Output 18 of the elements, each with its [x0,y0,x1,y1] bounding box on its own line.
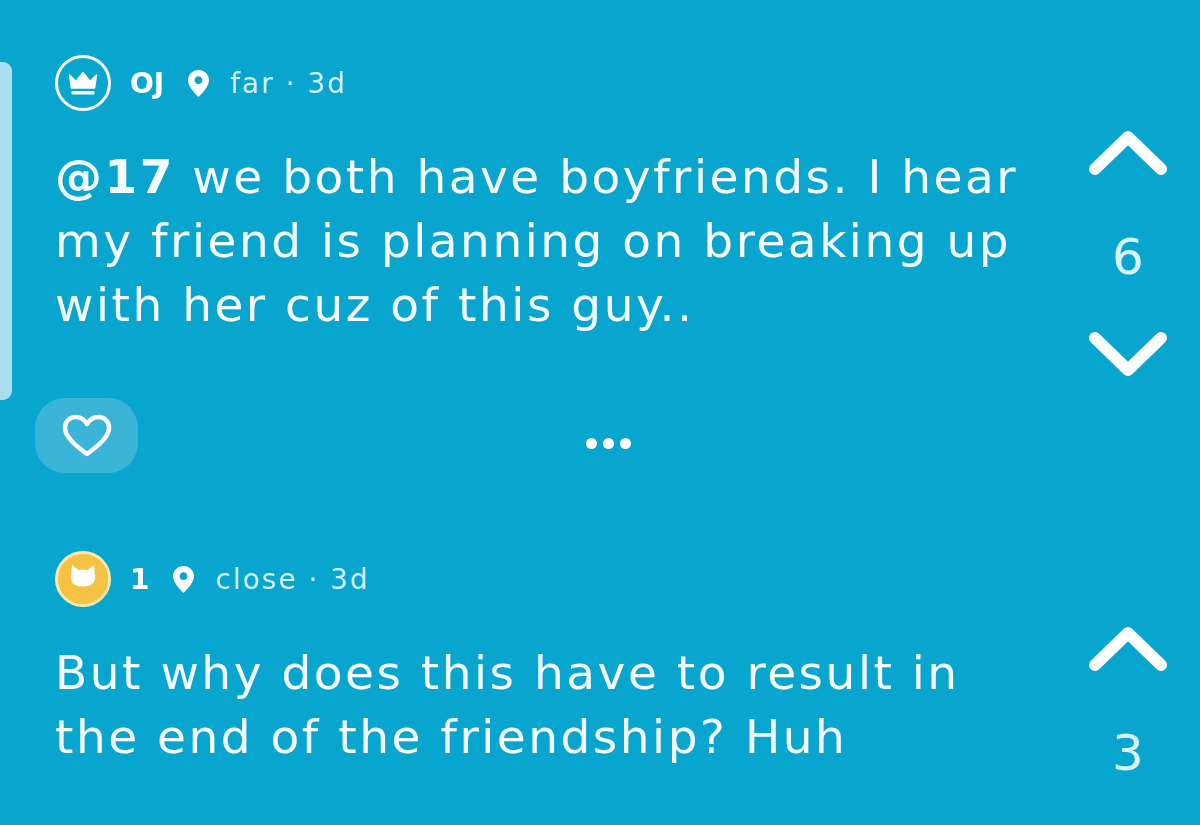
distance-time: close · 3d [215,562,370,596]
like-button[interactable] [35,398,138,473]
heart-icon [61,413,112,458]
post-text: But why does this have to result in the end of the friendship? Huh [55,644,961,766]
author-name: 1 [130,562,150,596]
cat-avatar-icon [55,551,111,607]
chevron-up-icon[interactable] [1088,626,1168,672]
more-icon[interactable] [585,438,631,449]
crown-avatar-icon [55,55,111,111]
location-pin-icon [188,69,210,97]
vote-count: 6 [1112,232,1144,282]
vote-count: 3 [1112,728,1144,778]
chevron-down-icon[interactable] [1088,331,1168,377]
post-text: @17 we both have boyfriends. I hear my friend is planning on breaking up with her cuz of this guy.. [55,148,1019,334]
distance-time: far · 3d [230,66,348,100]
author-name: OJ [130,66,165,100]
location-pin-icon [173,565,195,593]
chevron-up-icon[interactable] [1088,130,1168,176]
